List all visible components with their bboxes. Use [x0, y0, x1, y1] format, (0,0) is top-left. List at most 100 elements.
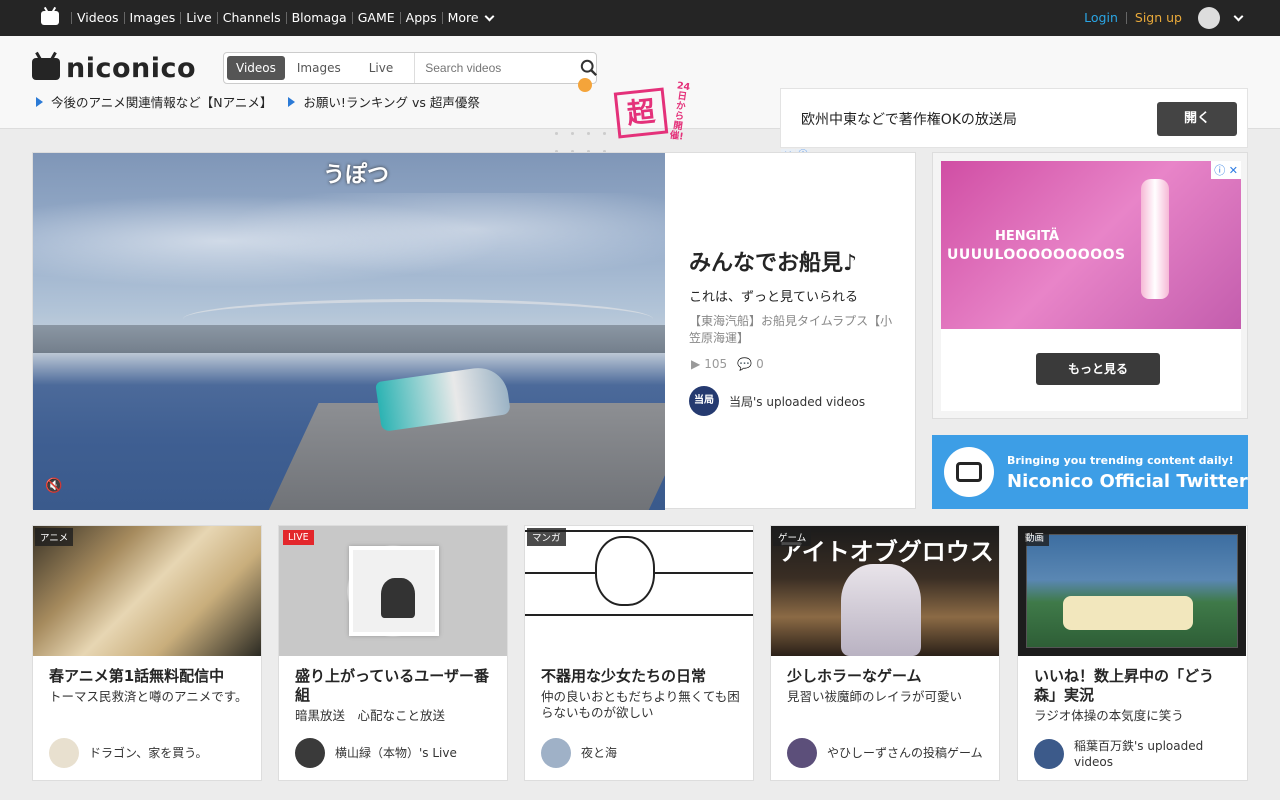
- header-link-anime[interactable]: 今後のアニメ関連情報など【Nアニメ】: [36, 92, 272, 111]
- card-video[interactable]: 動画 いいね！数上昇中の「どう森」実況 ラジオ体操の本気度に笑う 稲葉百万鉄's…: [1017, 525, 1248, 781]
- nav-videos[interactable]: Videos: [71, 11, 124, 24]
- card-thumbnail: [279, 526, 507, 656]
- mute-icon[interactable]: 🔇: [45, 478, 63, 494]
- category-badge: 動画: [1020, 528, 1050, 546]
- featured-owner[interactable]: 当局 当局's uploaded videos: [689, 386, 865, 416]
- side-ad-footer: もっと見る: [941, 329, 1241, 411]
- search-tab-live[interactable]: Live: [360, 56, 403, 80]
- ad-close-icon[interactable]: ⓘ ✕: [1211, 161, 1241, 179]
- owner-name: 当局's uploaded videos: [729, 394, 866, 409]
- site-header: niconico Videos Images Live 今後のアニメ関連情報など…: [0, 36, 1280, 163]
- card-title: 春アニメ第1話無料配信中: [49, 667, 225, 685]
- signup-link[interactable]: Sign up: [1127, 11, 1190, 24]
- nav-more[interactable]: More: [441, 10, 498, 25]
- comment-icon: 💬: [737, 357, 753, 371]
- featured-description[interactable]: 【東海汽船】お船見タイムラプス【小笠原海運】: [689, 313, 899, 347]
- account-area: Login Sign up: [1076, 0, 1244, 36]
- chevron-down-icon: [484, 11, 495, 21]
- card-owner[interactable]: やひしーずさんの投稿ゲーム: [787, 738, 987, 768]
- header-link-ranking[interactable]: お願い!ランキング vs 超声優祭: [288, 92, 480, 111]
- owner-avatar: 当局: [689, 386, 719, 416]
- featured-stats: ▶ 105 💬 0: [691, 357, 764, 371]
- chokaigi-promo-banner[interactable]: 超 24日から開催!: [578, 78, 696, 158]
- twitter-banner-title: Niconico Official Twitter: [1007, 471, 1248, 492]
- service-nav: Videos Images Live Channels Blomaga GAME…: [71, 10, 498, 25]
- side-ad: HENGITÄ UUUULOOOOOOOOOS ⓘ ✕ もっと見る: [932, 152, 1248, 419]
- owner-avatar: [541, 738, 571, 768]
- see-more-button[interactable]: もっと見る: [1036, 353, 1160, 385]
- nav-game[interactable]: GAME: [351, 11, 400, 24]
- ad-open-button[interactable]: 開く: [1157, 102, 1237, 136]
- owner-avatar: [1034, 739, 1064, 769]
- owner-name: 横山緑（本物）'s Live: [335, 746, 457, 760]
- card-manga[interactable]: マンガ 不器用な少女たちの日常 仲の良いおともだちより無くても困らないものが欲し…: [524, 525, 754, 781]
- promo-dot: [578, 78, 592, 92]
- featured-video-info: みんなでお船見♪ これは、ずっと見ていられる 【東海汽船】お船見タイムラプス【小…: [689, 153, 909, 510]
- account-menu-chevron-icon[interactable]: [1233, 11, 1244, 21]
- category-badge: ゲーム: [773, 528, 812, 546]
- card-anime[interactable]: アニメ 春アニメ第1話無料配信中 トーマス民救済と噂のアニメです。 ドラゴン、家…: [32, 525, 262, 781]
- header-link-ranking-label: お願い!ランキング vs 超声優祭: [303, 95, 480, 110]
- side-ad-image[interactable]: HENGITÄ UUUULOOOOOOOOOS ⓘ ✕: [941, 161, 1241, 329]
- official-twitter-banner[interactable]: Bringing you trending content daily! Nic…: [932, 435, 1248, 509]
- card-title: 少しホラーなゲーム: [787, 667, 922, 685]
- promo-date-text: 24日から開催!: [668, 80, 691, 143]
- view-count: ▶ 105: [691, 357, 727, 371]
- owner-name: ドラゴン、家を買う。: [89, 746, 208, 760]
- owner-avatar: [787, 738, 817, 768]
- featured-video-player[interactable]: うぽつ 🔇: [33, 153, 665, 510]
- category-badge: マンガ: [527, 528, 566, 546]
- card-owner[interactable]: 稲葉百万鉄's uploaded videos: [1034, 738, 1234, 770]
- user-avatar[interactable]: [1198, 7, 1220, 29]
- recommendation-cards: アニメ 春アニメ第1話無料配信中 トーマス民救済と噂のアニメです。 ドラゴン、家…: [32, 525, 1248, 781]
- search-input[interactable]: [414, 53, 581, 83]
- owner-name: やひしーずさんの投稿ゲーム: [827, 746, 983, 760]
- search-box: Videos Images Live: [223, 52, 598, 84]
- promo-chou-mark: 超: [613, 87, 669, 139]
- card-description: トーマス民救済と噂のアニメです。: [49, 689, 248, 704]
- card-description: 仲の良いおともだちより無くても困らないものが欲しい: [541, 689, 740, 720]
- card-owner[interactable]: 夜と海: [541, 738, 741, 768]
- featured-title[interactable]: みんなでお船見♪: [689, 245, 857, 277]
- card-game[interactable]: アイトオブグロウス ゲーム 少しホラーなゲーム 見習い祓魔師のレイラが可愛い や…: [770, 525, 1000, 781]
- video-frame-sky: [33, 193, 665, 313]
- login-link[interactable]: Login: [1076, 11, 1127, 24]
- card-owner[interactable]: 横山緑（本物）'s Live: [295, 738, 495, 768]
- nav-more-label: More: [447, 10, 479, 25]
- search-tab-videos[interactable]: Videos: [227, 56, 285, 80]
- triangle-bullet-icon: [288, 96, 296, 107]
- card-description: ラジオ体操の本気度に笑う: [1034, 708, 1184, 723]
- niconico-tv-badge-icon: [944, 447, 994, 497]
- tv-logo-icon: [32, 57, 60, 80]
- header-ad-banner[interactable]: 欧州中東などで著作権OKの放送局 開く ✕ ⓘ: [780, 88, 1248, 163]
- featured-subtitle: これは、ずっと見ていられる: [689, 290, 859, 305]
- nav-blomaga[interactable]: Blomaga: [285, 11, 352, 24]
- card-title: 盛り上がっているユーザー番組: [295, 667, 489, 704]
- play-icon: ▶: [691, 357, 701, 371]
- card-live[interactable]: LIVE 盛り上がっているユーザー番組 暗黒放送 心配なこと放送 横山緑（本物）…: [278, 525, 508, 781]
- nav-live[interactable]: Live: [180, 11, 217, 24]
- owner-avatar: [295, 738, 325, 768]
- card-title: いいね！数上昇中の「どう森」実況: [1034, 667, 1215, 704]
- owner-name: 夜と海: [581, 746, 618, 760]
- nav-channels[interactable]: Channels: [216, 11, 286, 24]
- search-tab-images[interactable]: Images: [288, 56, 350, 80]
- card-title: 不器用な少女たちの日常: [541, 667, 707, 685]
- brand-logo[interactable]: niconico: [32, 53, 196, 84]
- card-owner[interactable]: ドラゴン、家を買う。: [49, 738, 249, 768]
- top-nav-bar: Videos Images Live Channels Blomaga GAME…: [0, 0, 1280, 36]
- nav-apps[interactable]: Apps: [399, 11, 442, 24]
- comment-count: 💬 0: [737, 357, 764, 371]
- featured-video-panel: うぽつ 🔇 みんなでお船見♪ これは、ずっと見ていられる 【東海汽船】お船見タイ…: [32, 152, 916, 510]
- category-badge: アニメ: [35, 528, 74, 546]
- owner-avatar: [49, 738, 79, 768]
- video-frame-bridge: [183, 299, 653, 339]
- drink-bottle-image: [1141, 179, 1169, 299]
- owner-name: 稲葉百万鉄's uploaded videos: [1074, 739, 1204, 769]
- nav-images[interactable]: Images: [123, 11, 181, 24]
- view-count-value: 105: [704, 357, 728, 371]
- side-ad-line2: UUUULOOOOOOOOOS: [947, 247, 1126, 263]
- card-description: 暗黒放送 心配なこと放送: [295, 708, 446, 723]
- card-description: 見習い祓魔師のレイラが可愛い: [787, 689, 963, 704]
- niconico-tv-icon[interactable]: [41, 11, 59, 25]
